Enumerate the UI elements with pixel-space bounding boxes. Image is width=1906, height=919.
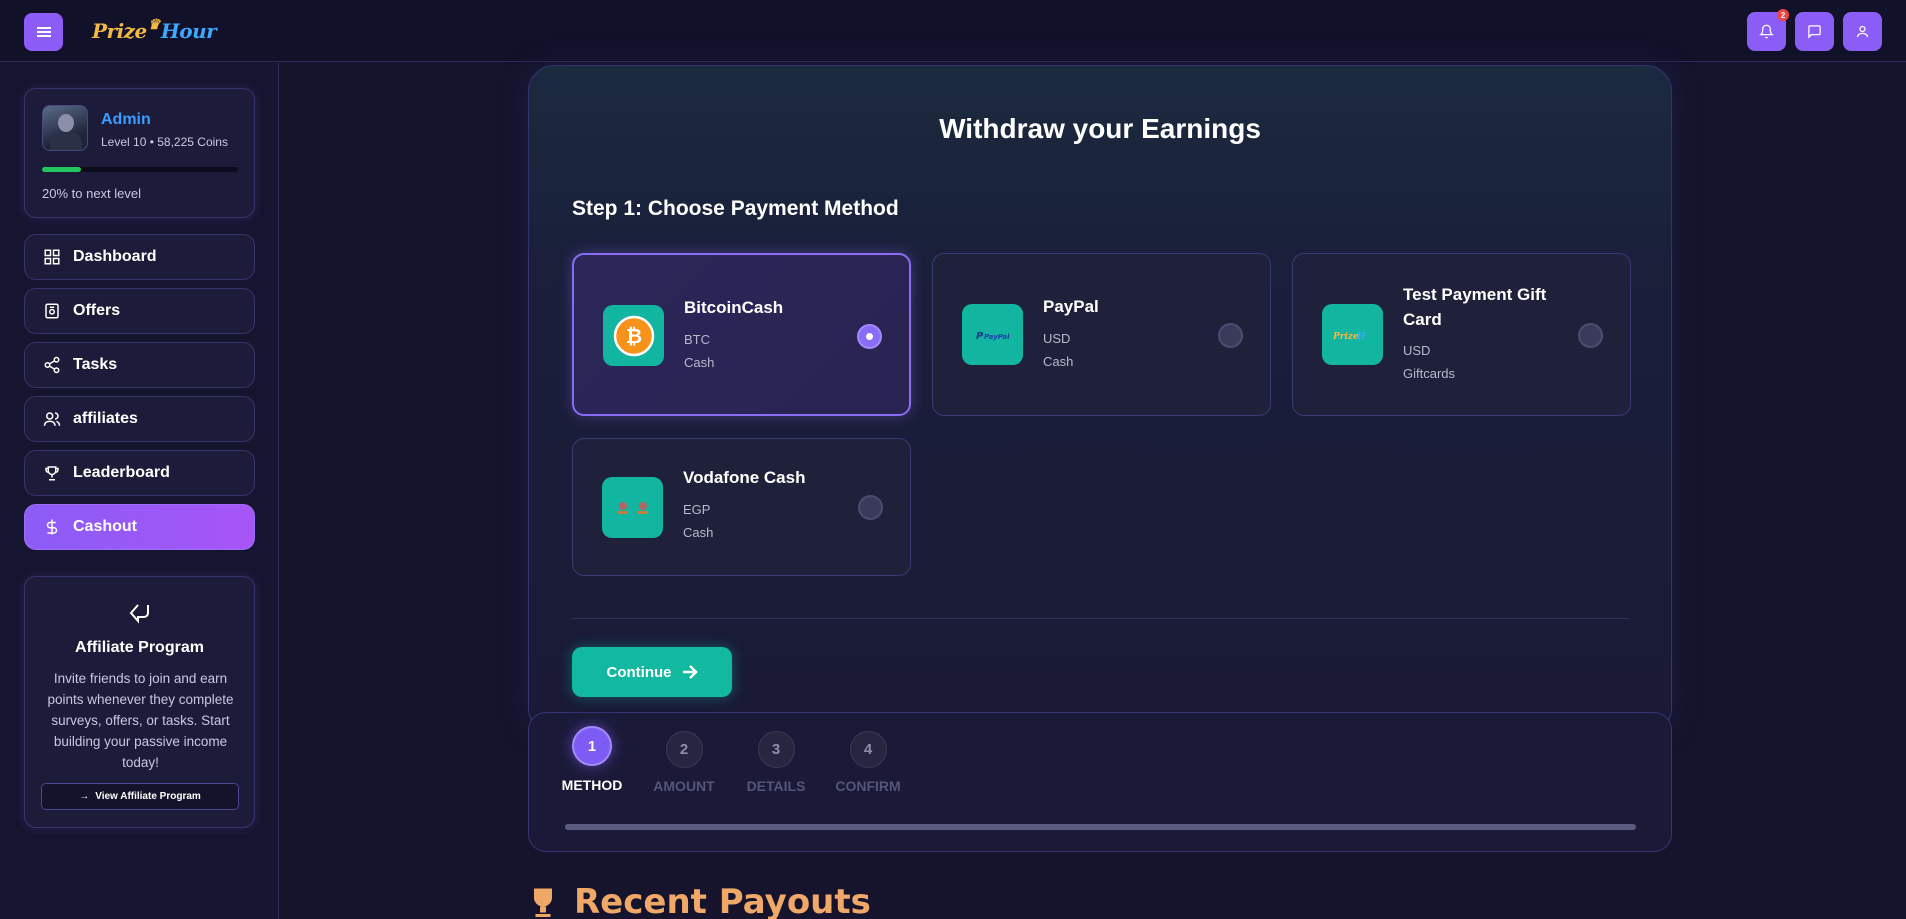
method-currency: EGP (683, 502, 711, 517)
sidebar-item-leaderboard[interactable]: Leaderboard (24, 450, 255, 496)
sidebar-item-dashboard[interactable]: Dashboard (24, 234, 255, 280)
step-label: AMOUNT (653, 778, 715, 794)
method-type: Cash (683, 525, 714, 540)
step-confirm[interactable]: 4 CONFIRM (828, 731, 908, 794)
avatar[interactable] (42, 105, 88, 151)
gift-card-icon: Prize H (1322, 304, 1383, 365)
profile-card: Admin Level 10 • 58,225 Coins 20% to nex… (24, 88, 255, 218)
paypal-icon: P PayPal (962, 304, 1023, 365)
svg-text:PayPal: PayPal (984, 333, 1010, 341)
next-level-text: 20% to next level (42, 186, 142, 201)
affiliate-title: Affiliate Program (75, 639, 204, 656)
users-icon (43, 412, 61, 426)
bell-icon (1759, 24, 1774, 39)
hamburger-icon (36, 27, 51, 37)
bitcoin-icon: ₿ (603, 305, 664, 366)
method-currency: USD (1043, 331, 1071, 346)
sidebar-item-label: Dashboard (73, 248, 157, 265)
method-currency: USD (1403, 343, 1431, 358)
sidebar-item-offers[interactable]: Offers (24, 288, 255, 334)
step-label: CONFIRM (835, 778, 901, 794)
method-name: Test Payment Gift Card (1403, 285, 1547, 329)
withdraw-card: Withdraw your Earnings Step 1: Choose Pa… (528, 65, 1672, 734)
method-type: Cash (684, 355, 715, 370)
sidebar-item-label: Cashout (73, 518, 137, 535)
svg-text:H: H (1356, 332, 1366, 342)
divider (572, 618, 1629, 619)
continue-button[interactable]: Continue (572, 647, 732, 697)
method-test-gift-card[interactable]: Prize H Test Payment Gift Card USD Giftca… (1292, 253, 1631, 416)
method-currency: BTC (684, 332, 710, 347)
notification-badge: 2 (1777, 9, 1789, 21)
share-icon (44, 356, 60, 374)
affiliate-description: Invite friends to join and earn points w… (47, 671, 234, 770)
step-number: 3 (757, 731, 795, 768)
username[interactable]: Admin (101, 111, 151, 129)
svg-text:P: P (976, 331, 984, 342)
method-name: Vodafone Cash (683, 468, 806, 487)
user-icon (1856, 25, 1869, 38)
method-vodafone-cash[interactable]: Vodafone Cash EGP Cash (572, 438, 911, 576)
method-type: Cash (1043, 354, 1074, 369)
grid-icon (44, 249, 60, 265)
method-radio[interactable] (1218, 323, 1243, 348)
step-number: 4 (849, 731, 887, 768)
step-number: 2 (665, 731, 703, 768)
user-stats: Level 10 • 58,225 Coins (101, 135, 228, 149)
step-label: DETAILS (746, 778, 806, 794)
vodafone-icon (602, 477, 663, 538)
arrow-right-icon: → (79, 791, 90, 802)
notifications-button[interactable]: 2 (1747, 9, 1789, 51)
svg-text:₿: ₿ (625, 324, 641, 348)
sidebar-item-label: Leaderboard (73, 464, 170, 481)
method-radio[interactable] (1578, 323, 1603, 348)
sidebar-item-label: Tasks (73, 356, 118, 373)
step-number: 1 (572, 726, 612, 766)
sidebar-item-label: Offers (73, 302, 121, 319)
trophy-icon (45, 466, 59, 481)
method-type: Giftcards (1403, 366, 1456, 381)
method-paypal[interactable]: P PayPal PayPal USD Cash (932, 253, 1271, 416)
profile-button[interactable] (1843, 12, 1882, 51)
step-amount[interactable]: 2 AMOUNT (644, 731, 724, 794)
offers-icon (45, 303, 59, 319)
affiliate-icon (129, 604, 149, 624)
menu-button[interactable] (24, 13, 63, 51)
sidebar-item-tasks[interactable]: Tasks (24, 342, 255, 388)
chat-icon (1808, 25, 1821, 39)
crown-icon: ♛ (147, 17, 161, 33)
step-title: Step 1: Choose Payment Method (572, 197, 899, 220)
top-bar: Prize ♛ Hour 2 (0, 0, 1906, 62)
svg-text:Prize: Prize (1332, 332, 1359, 342)
method-name: BitcoinCash (684, 298, 784, 317)
stepper-progress-bar (565, 824, 1636, 830)
sidebar-item-cashout[interactable]: Cashout (24, 504, 255, 550)
level-progress-fill (42, 167, 82, 172)
sidebar-item-label: affiliates (73, 410, 138, 427)
step-label: METHOD (561, 777, 623, 793)
method-name: PayPal (1043, 297, 1099, 316)
dollar-icon (46, 519, 58, 535)
page-title: Withdraw your Earnings (939, 113, 1261, 144)
view-affiliate-button[interactable]: → View Affiliate Program (41, 783, 239, 810)
sidebar: Admin Level 10 • 58,225 Coins 20% to nex… (0, 63, 279, 919)
method-radio[interactable] (858, 495, 883, 520)
affiliate-card: Affiliate Program Invite friends to join… (24, 576, 255, 828)
stepper-progress-fill (565, 824, 1636, 830)
arrow-right-icon (682, 665, 698, 679)
withdraw-stepper: 1 METHOD 2 AMOUNT 3 DETAILS 4 CONFIRM (528, 712, 1672, 852)
sidebar-item-affiliates[interactable]: affiliates (24, 396, 255, 442)
method-radio[interactable] (857, 324, 882, 349)
recent-payouts-heading: Recent Payouts (524, 882, 871, 919)
step-method[interactable]: 1 METHOD (552, 726, 632, 793)
messages-button[interactable] (1795, 12, 1834, 51)
logo[interactable]: Prize ♛ Hour (92, 14, 217, 48)
method-bitcoincash[interactable]: ₿ BitcoinCash BTC Cash (572, 253, 911, 416)
step-details[interactable]: 3 DETAILS (736, 731, 816, 794)
trophy-icon (534, 888, 552, 917)
level-progress-bar (42, 167, 238, 172)
